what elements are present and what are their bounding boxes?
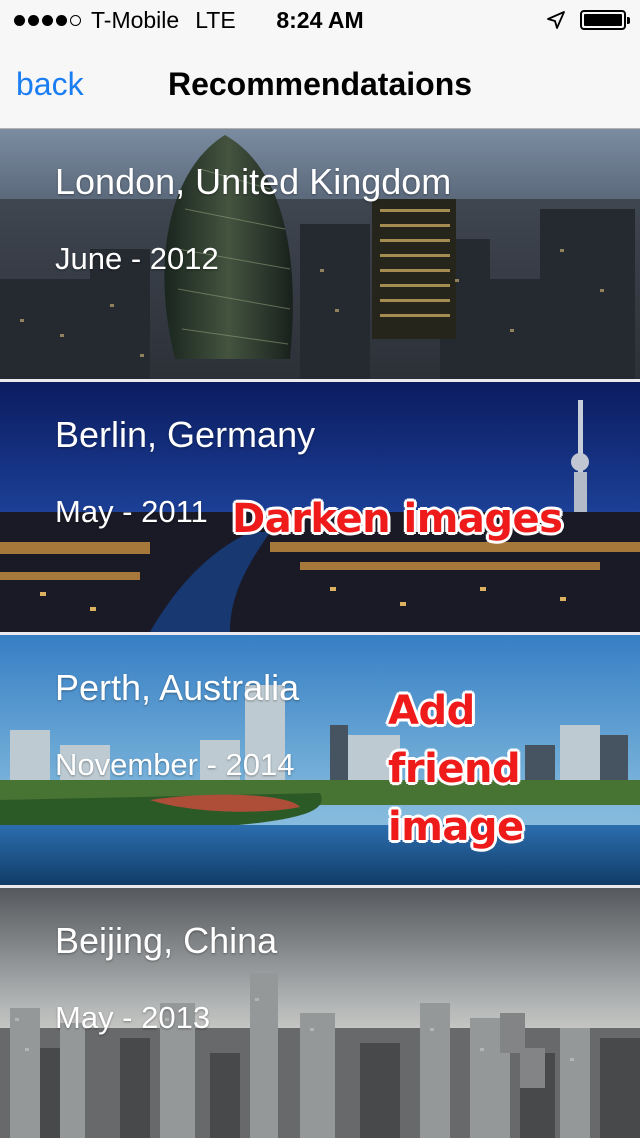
status-time: 8:24 AM bbox=[276, 7, 364, 33]
status-bar: T-Mobile LTE 8:24 AM bbox=[0, 0, 640, 40]
card-date-label: May - 2011 bbox=[55, 494, 208, 529]
status-right bbox=[546, 0, 630, 40]
navigation-bar: back Recommendataions bbox=[0, 40, 640, 129]
page-title: Recommendataions bbox=[167, 66, 473, 102]
card-city-label: Berlin, Germany bbox=[55, 414, 316, 455]
card-city-label: Perth, Australia bbox=[55, 667, 300, 708]
recommendation-card-london[interactable]: London, United Kingdom June - 2012 bbox=[0, 129, 640, 379]
card-date-label: May - 2013 bbox=[55, 1000, 211, 1035]
annotation-darken-images: Darken images bbox=[232, 496, 563, 542]
recommendation-list[interactable]: London, United Kingdom June - 2012 Berli… bbox=[0, 129, 640, 1138]
recommendation-card-beijing[interactable]: Beijing, China May - 2013 bbox=[0, 888, 640, 1138]
battery-icon bbox=[580, 10, 630, 30]
annotation-line: image bbox=[388, 804, 524, 850]
location-arrow-icon bbox=[547, 11, 565, 29]
annotation-add-friend-image: Add friend image bbox=[388, 682, 608, 856]
card-date-label: June - 2012 bbox=[55, 241, 219, 276]
card-city-label: Beijing, China bbox=[55, 920, 278, 961]
card-date-label: November - 2014 bbox=[55, 747, 295, 782]
card-city-label: London, United Kingdom bbox=[55, 161, 452, 202]
annotation-line: friend bbox=[388, 746, 521, 792]
annotation-line: Add bbox=[388, 688, 475, 734]
